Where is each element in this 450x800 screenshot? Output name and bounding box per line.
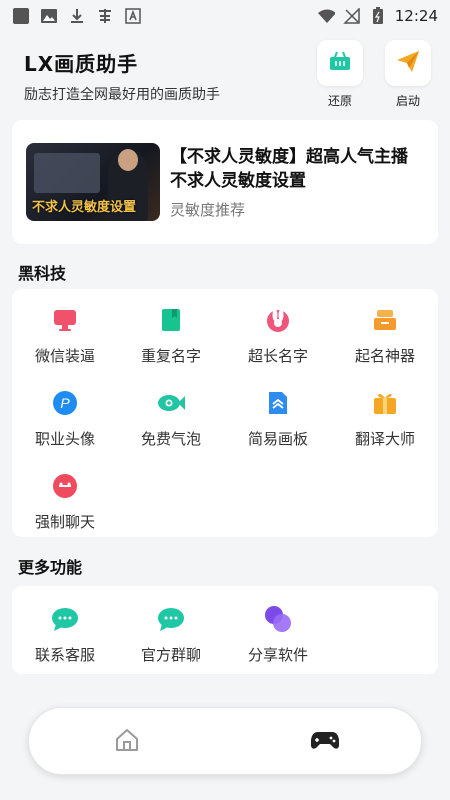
- restore-label: 还原: [327, 94, 352, 108]
- black-tech-grid: 微信装逼 重复名字 超长名字 起名神器 P 职业头像 免费气泡 简易画板 翻译大…: [12, 289, 438, 537]
- grid-item-label: 微信装逼: [34, 347, 95, 365]
- app-subtitle: 励志打造全网最好用的画质助手: [24, 87, 220, 103]
- basket-icon: [327, 48, 353, 78]
- status-bar: 12:24: [0, 0, 450, 32]
- grid-item-free-bubble[interactable]: 免费气泡: [118, 388, 224, 449]
- grid-item-label: 免费气泡: [140, 430, 201, 448]
- paper-plane-icon: [395, 48, 421, 78]
- gamepad-icon: [310, 728, 340, 756]
- chat-face-icon: [50, 471, 80, 501]
- grid-item-label: 起名神器: [354, 347, 415, 365]
- launch-button[interactable]: 启动: [384, 40, 432, 109]
- grid-item-label: 超长名字: [247, 347, 308, 365]
- grid-item-label: 联系客服: [34, 646, 95, 664]
- rabbit-icon: [263, 305, 293, 335]
- grid-item-long-name[interactable]: 超长名字: [225, 305, 331, 366]
- grid-item-pro-avatar[interactable]: P 职业头像: [12, 388, 118, 449]
- grid-item-name-generator[interactable]: 起名神器: [332, 305, 438, 366]
- featured-thumbnail: 不求人灵敏度设置: [26, 143, 160, 221]
- document-icon: [263, 388, 293, 418]
- wifi-icon: [317, 7, 335, 25]
- group-chat-icon: [156, 604, 186, 634]
- home-icon: [114, 727, 140, 757]
- grid-item-official-group[interactable]: 官方群聊: [118, 604, 224, 665]
- share-circles-icon: [263, 604, 293, 634]
- fish-icon: [156, 388, 186, 418]
- monitor-icon: [50, 305, 80, 335]
- app-title: LX画质助手: [24, 52, 139, 76]
- bottom-navigation: [28, 707, 422, 775]
- book-icon: [156, 305, 186, 335]
- thumbnail-caption: 不求人灵敏度设置: [32, 200, 137, 215]
- restore-button[interactable]: 还原: [316, 40, 364, 109]
- no-signal-icon: [342, 7, 361, 25]
- featured-card[interactable]: 不求人灵敏度设置 【不求人灵敏度】超高人气主播不求人灵敏度设置 灵敏度推荐: [12, 120, 438, 244]
- image-icon: [40, 7, 58, 25]
- grid-item-duplicate-name[interactable]: 重复名字: [118, 305, 224, 366]
- grid-item-label: 职业头像: [34, 430, 95, 448]
- grid-item-label: 官方群聊: [140, 646, 201, 664]
- featured-subtitle: 灵敏度推荐: [170, 200, 246, 219]
- header: LX画质助手 励志打造全网最好用的画质助手 还原 启动: [0, 34, 450, 112]
- gift-icon: [370, 388, 400, 418]
- stack-icon: [370, 305, 400, 335]
- p-icon: P: [50, 388, 80, 418]
- nav-home-button[interactable]: [111, 726, 143, 758]
- grid-item-simple-drawing[interactable]: 简易画板: [225, 388, 331, 449]
- launch-label: 启动: [395, 94, 420, 108]
- grid-item-force-chat[interactable]: 强制聊天: [12, 471, 118, 532]
- app-glyph-icon: [96, 7, 114, 25]
- grid-item-translate-master[interactable]: 翻译大师: [332, 388, 438, 449]
- grid-item-label: 简易画板: [247, 430, 308, 448]
- svg-text:P: P: [60, 395, 70, 411]
- grid-item-label: 分享软件: [247, 646, 308, 664]
- grid-item-share-app[interactable]: 分享软件: [225, 604, 331, 665]
- grid-item-label: 强制聊天: [34, 513, 95, 531]
- featured-title: 【不求人灵敏度】超高人气主播不求人灵敏度设置: [170, 146, 408, 191]
- grid-item-contact-support[interactable]: 联系客服: [12, 604, 118, 665]
- download-icon: [68, 7, 86, 25]
- app-square-icon: [12, 7, 30, 25]
- font-a-icon: [124, 7, 142, 25]
- battery-icon: [369, 7, 387, 25]
- status-time: 12:24: [394, 7, 438, 25]
- nav-game-button[interactable]: [309, 726, 341, 758]
- more-features-grid: 联系客服 官方群聊 分享软件: [12, 586, 438, 674]
- grid-item-label: 重复名字: [140, 347, 201, 365]
- grid-item-wechat-show[interactable]: 微信装逼: [12, 305, 118, 366]
- grid-item-label: 翻译大师: [354, 430, 415, 448]
- section-title-black-tech: 黑科技: [18, 264, 67, 283]
- chat-bubble-icon: [50, 604, 80, 634]
- section-title-more-features: 更多功能: [18, 558, 83, 577]
